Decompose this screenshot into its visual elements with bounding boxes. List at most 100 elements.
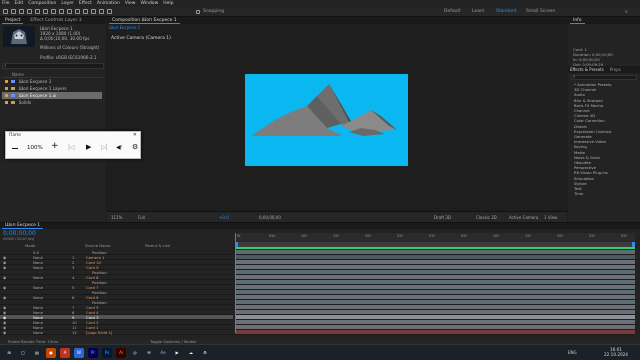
after-effects-icon[interactable]: Ae — [158, 348, 168, 358]
renderer-dropdown[interactable]: Classic 3D — [476, 215, 497, 220]
previous-icon[interactable]: |◁ — [68, 144, 75, 151]
menu-composition[interactable]: Composition — [28, 1, 56, 6]
puppet-tool-icon[interactable] — [107, 9, 112, 14]
comp-info-3: Millions of Colours (Straight) — [40, 45, 100, 50]
time-ruler[interactable]: 0f 05s 10f 15f 20f 25f 01f 05f 10f 15f 20f 25f 02f — [235, 233, 635, 242]
type-tool-icon[interactable] — [75, 9, 80, 14]
layer-mode[interactable]: None — [33, 330, 43, 335]
draft-3d-toggle[interactable]: Draft 3D — [434, 215, 451, 220]
zoom-out-icon[interactable] — [12, 148, 18, 149]
layer-row[interactable]: ◉ None 12 [Logo Solid 1] — [0, 330, 233, 335]
timecode-display[interactable]: 0;00;00;00 — [259, 215, 281, 220]
project-item-name: Шоп Ексресе 1 — [18, 79, 52, 84]
column-parent-link[interactable]: Parent & Link — [145, 243, 170, 248]
tab-composition[interactable]: Composition Шоп Ексресе 1 — [109, 18, 180, 24]
project-search-input[interactable]: ⌕ — [2, 63, 104, 69]
project-item-name: Solids — [18, 100, 32, 105]
settings-icon[interactable]: ⚙ — [200, 348, 210, 358]
ruler-tick-label: 05f — [461, 234, 467, 238]
composition-canvas[interactable] — [245, 74, 408, 166]
tab-props[interactable]: Props — [610, 66, 621, 73]
brush-tool-icon[interactable] — [83, 9, 88, 14]
effect-category[interactable]: Time — [574, 191, 583, 196]
eraser-tool-icon[interactable] — [99, 9, 104, 14]
browser-icon[interactable]: ◎ — [130, 348, 140, 358]
project-item-selected[interactable]: Шоп Ексресе 1.ai — [2, 92, 102, 99]
close-icon[interactable]: ✕ — [133, 132, 137, 138]
pen-tool-icon[interactable] — [67, 9, 72, 14]
snapping-checkbox[interactable] — [196, 10, 200, 14]
workspace-small-screen[interactable]: Small Screen — [526, 9, 555, 14]
next-icon[interactable]: ▷| — [101, 144, 108, 151]
tab-effect-controls[interactable]: Effect Controls Layer 3 — [27, 18, 84, 23]
pan-behind-tool-icon[interactable] — [51, 9, 56, 14]
tab-effects-presets[interactable]: Effects & Presets — [570, 66, 604, 73]
hand-tool-icon[interactable] — [19, 9, 24, 14]
media-icon[interactable]: ▶ — [172, 348, 182, 358]
menu-layer[interactable]: Layer — [61, 1, 74, 6]
composition-icon — [11, 94, 16, 97]
column-mode[interactable]: Mode — [25, 243, 35, 248]
layer-duration-bar[interactable] — [235, 330, 635, 335]
playhead[interactable] — [235, 233, 236, 333]
comp-sub-tab[interactable]: Шоп Ексресе 1 — [109, 25, 140, 30]
project-item[interactable]: Solids — [2, 99, 104, 106]
illustrator-icon[interactable]: Ai — [116, 348, 126, 358]
tab-timeline[interactable]: Шоп Ексресе 1 — [2, 223, 44, 229]
mountains-artwork — [251, 84, 397, 136]
quality-dropdown[interactable]: Full — [138, 215, 145, 220]
photoshop-icon[interactable]: Ps — [102, 348, 112, 358]
camera-dropdown[interactable]: Active Camera — [509, 215, 538, 220]
clock[interactable]: 16:01 22.10.2024 — [601, 347, 631, 357]
menu-view[interactable]: View — [125, 1, 136, 6]
views-dropdown[interactable]: 1 View — [544, 215, 557, 220]
mail-icon[interactable]: ✉ — [144, 348, 154, 358]
snapping-label: Snapping — [203, 9, 225, 14]
selection-tool-icon[interactable] — [11, 9, 16, 14]
project-item[interactable]: Шоп Ексресе 1 — [2, 78, 104, 85]
workspace-default[interactable]: Default — [444, 9, 460, 14]
pdf-reader-icon[interactable]: A — [60, 348, 70, 358]
ruler-tick-label: 15f — [525, 234, 531, 238]
workspace-standard[interactable]: Standard — [496, 9, 516, 14]
cloud-icon[interactable]: ☁ — [186, 348, 196, 358]
timeline-timecode[interactable]: 0;00;00;00 — [3, 230, 36, 237]
menu-edit[interactable]: Edit — [15, 1, 24, 6]
explorer-icon[interactable]: ▤ — [32, 348, 42, 358]
rotate-tool-icon[interactable] — [35, 9, 40, 14]
effects-search-input[interactable]: ⌕ — [571, 75, 637, 80]
menu-help[interactable]: Help — [163, 1, 173, 6]
play-icon[interactable]: ▶ — [86, 143, 91, 151]
zoom-in-icon[interactable]: + — [51, 142, 59, 151]
project-panel: Project Effect Controls Layer 3 Шоп Екср… — [0, 17, 106, 222]
label-color-icon — [5, 94, 8, 97]
windows-start-icon[interactable]: ⊞ — [4, 348, 14, 358]
search-help-icon[interactable]: ⌕ — [625, 9, 628, 15]
volume-icon[interactable]: ◀ᵎ — [116, 144, 122, 151]
camera-tool-icon[interactable] — [43, 9, 48, 14]
project-item[interactable]: Шоп Ексресе 1 Layers — [2, 85, 104, 92]
layer-name[interactable]: [Logo Solid 1] — [86, 330, 112, 335]
task-view-icon[interactable]: ▢ — [18, 348, 28, 358]
menu-file[interactable]: File — [2, 1, 10, 6]
home-icon[interactable] — [3, 9, 8, 14]
exposure-value[interactable]: +0.0 — [219, 215, 229, 220]
tab-project[interactable]: Project — [2, 18, 24, 24]
rectangle-tool-icon[interactable] — [59, 9, 64, 14]
menu-window[interactable]: Window — [141, 1, 159, 6]
settings-gear-icon[interactable]: ⚙ — [132, 143, 138, 151]
workspace-learn[interactable]: Learn — [472, 9, 485, 14]
menu-animation[interactable]: Animation — [97, 1, 120, 6]
visibility-eye-icon[interactable]: ◉ — [3, 330, 6, 335]
zoom-dropdown[interactable]: 111% — [111, 215, 122, 220]
premiere-pro-icon[interactable]: Pr — [88, 348, 98, 358]
language-indicator[interactable]: ENG — [568, 350, 577, 355]
stamp-tool-icon[interactable] — [91, 9, 96, 14]
tab-info[interactable]: Info — [570, 18, 585, 24]
column-source-name[interactable]: Source Name — [85, 243, 110, 248]
search-icon: ⌕ — [573, 75, 576, 80]
zoom-tool-icon[interactable] — [27, 9, 32, 14]
app-icon[interactable]: ● — [46, 348, 56, 358]
menu-effect[interactable]: Effect — [79, 1, 92, 6]
word-icon[interactable]: W — [74, 348, 84, 358]
